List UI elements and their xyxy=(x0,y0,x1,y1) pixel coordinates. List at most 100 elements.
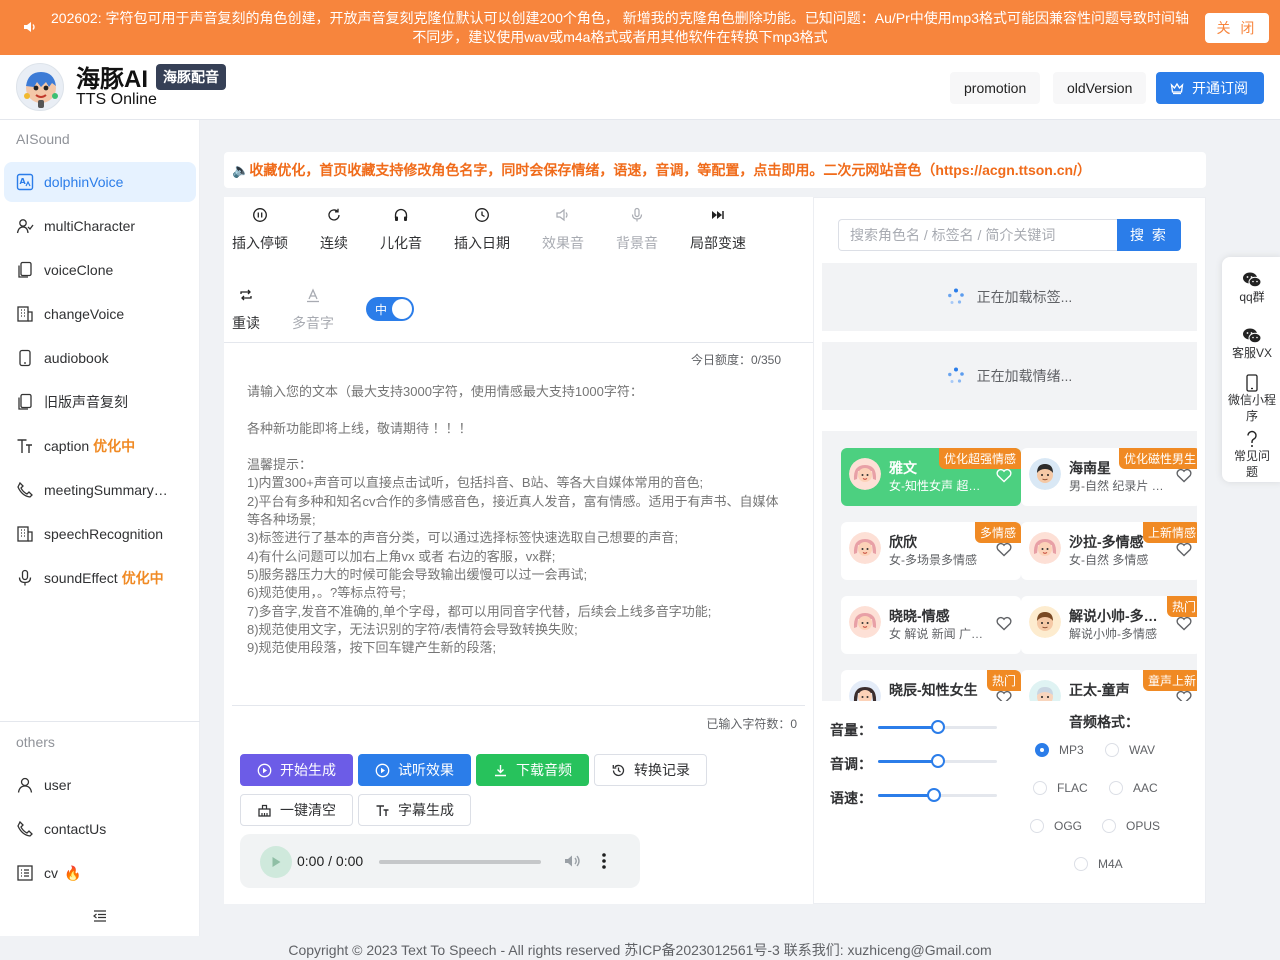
play-button[interactable] xyxy=(260,846,292,878)
clear-all-button[interactable]: 一键清空 xyxy=(240,794,353,826)
start-generate-button[interactable]: 开始生成 xyxy=(240,754,353,786)
subscribe-button[interactable]: 开通订阅 xyxy=(1156,72,1264,104)
format-radio-opus[interactable]: OPUS xyxy=(1102,819,1160,833)
format-radio-aac[interactable]: AAC xyxy=(1109,781,1158,795)
text-input[interactable] xyxy=(236,379,801,689)
child-avatar-icon xyxy=(1029,680,1061,701)
sidebar-item-user[interactable]: user xyxy=(4,765,196,805)
language-toggle[interactable]: 中 xyxy=(366,297,414,321)
sidebar-item-caption[interactable]: caption 优化中 xyxy=(4,426,196,466)
voice-card[interactable]: 正太-童声 童声上新 xyxy=(1021,670,1197,701)
customer-service-item[interactable]: 客服VX xyxy=(1222,327,1280,361)
heart-icon[interactable] xyxy=(1175,466,1193,484)
mic-icon xyxy=(16,569,34,587)
download-audio-button[interactable]: 下载音频 xyxy=(476,754,589,786)
voice-panel: 搜 索 正在加载标签... 正在加载情绪... 雅文 女-知性女声 超… 优化超… xyxy=(813,197,1206,904)
heart-icon[interactable] xyxy=(1175,614,1193,632)
toggle-label: 中 xyxy=(375,303,388,317)
voice-card[interactable]: 欣欣 女-多场景多情感 多情感 xyxy=(841,522,1021,580)
search-button[interactable]: 搜 索 xyxy=(1117,219,1181,251)
heart-icon[interactable] xyxy=(1175,688,1193,701)
effect-sound-tool[interactable]: 效果音 xyxy=(542,207,584,253)
fast-forward-icon xyxy=(710,207,726,223)
background-sound-tool[interactable]: 背景音 xyxy=(616,207,658,253)
voice-card[interactable]: 雅文 女-知性女声 超… 优化超强情感 xyxy=(841,448,1021,506)
sidebar-item-multicharacter[interactable]: multiCharacter xyxy=(4,206,196,246)
subscribe-label: 开通订阅 xyxy=(1192,80,1248,96)
heart-icon[interactable] xyxy=(995,466,1013,484)
old-version-button[interactable]: oldVersion xyxy=(1053,72,1147,104)
sidebar-item-speechrecognition[interactable]: speechRecognition xyxy=(4,514,196,554)
voice-card[interactable]: 沙拉-多情感 女-自然 多情感 上新情感 xyxy=(1021,522,1197,580)
copy-icon xyxy=(16,261,34,279)
volume-icon[interactable] xyxy=(563,852,581,870)
insert-pause-tool[interactable]: 插入停顿 xyxy=(232,207,288,253)
heart-icon[interactable] xyxy=(995,540,1013,558)
audio-progress[interactable] xyxy=(379,860,541,864)
subtitle-generate-button[interactable]: 字幕生成 xyxy=(358,794,471,826)
clock-icon xyxy=(474,207,490,223)
brand-name: 海豚AI xyxy=(76,66,148,93)
conversion-history-button[interactable]: 转换记录 xyxy=(594,754,707,786)
notice-text: 202602: 字符包可用于声音复刻的角色创建，开放声音复刻克隆位默认可以创建2… xyxy=(51,10,1189,45)
more-options-icon[interactable] xyxy=(596,851,612,871)
sidebar-item-label: 旧版声音复刻 xyxy=(44,394,128,410)
heart-icon[interactable] xyxy=(995,614,1013,632)
sidebar-item-audiobook[interactable]: audiobook xyxy=(4,338,196,378)
audio-format-title: 音频格式： xyxy=(1069,714,1139,730)
format-radio-wav[interactable]: WAV xyxy=(1105,743,1155,757)
mic-icon xyxy=(629,207,645,223)
sidebar-item-cv[interactable]: cv 🔥 xyxy=(4,853,196,893)
toolbar-divider xyxy=(224,342,813,343)
polyphone-tool[interactable]: 多音字 xyxy=(292,287,334,333)
erhua-tool[interactable]: 儿化音 xyxy=(380,207,422,253)
logo xyxy=(16,63,64,111)
pitch-slider[interactable] xyxy=(878,754,997,768)
sidebar-item-dolphinvoice[interactable]: A dolphinVoice xyxy=(4,162,196,202)
voice-card[interactable]: 晓辰-知性女生 热门 xyxy=(841,670,1021,701)
voice-card[interactable]: 海南星 男-自然 纪录片 … 优化磁性男生 xyxy=(1021,448,1197,506)
toggle-knob xyxy=(392,299,412,319)
female-avatar-icon xyxy=(849,680,881,701)
preview-button[interactable]: 试听效果 xyxy=(358,754,471,786)
status-badge: 优化中 xyxy=(121,570,164,586)
sidebar-item-meetingsummary[interactable]: meetingSummary… xyxy=(4,470,196,510)
close-notice-button[interactable]: 关 闭 xyxy=(1205,13,1269,43)
tts-icon: A xyxy=(16,173,34,191)
sidebar-item-old-voiceclone[interactable]: 旧版声音复刻 xyxy=(4,382,196,422)
mini-program-item[interactable]: 微信小程序 xyxy=(1222,374,1280,424)
floating-contact-bar: qq群 客服VX 微信小程序 常见问题 xyxy=(1222,257,1280,482)
sidebar-item-soundeffect[interactable]: soundEffect 优化中 xyxy=(4,558,196,598)
speed-slider[interactable] xyxy=(878,788,997,802)
continuous-tool[interactable]: 连续 xyxy=(320,207,348,253)
pause-icon xyxy=(252,207,268,223)
heart-icon[interactable] xyxy=(995,688,1013,701)
voice-card[interactable]: 解说小帅-多… 解说小帅-多情感 热门 xyxy=(1021,596,1197,654)
reread-tool[interactable]: 重读 xyxy=(232,287,260,333)
heart-icon[interactable] xyxy=(1175,540,1193,558)
insert-date-tool[interactable]: 插入日期 xyxy=(454,207,510,253)
male-avatar-icon xyxy=(1029,458,1061,490)
sidebar-item-changevoice[interactable]: changeVoice xyxy=(4,294,196,334)
promotion-button[interactable]: promotion xyxy=(950,72,1041,104)
search-input[interactable] xyxy=(838,219,1118,251)
volume-slider[interactable] xyxy=(878,720,997,734)
sidebar-item-voiceclone[interactable]: voiceClone xyxy=(4,250,196,290)
format-radio-flac[interactable]: FLAC xyxy=(1033,781,1088,795)
phone-icon xyxy=(16,349,34,367)
collapse-sidebar-icon[interactable] xyxy=(92,908,108,924)
format-radio-m4a[interactable]: M4A xyxy=(1074,857,1123,871)
format-radio-ogg[interactable]: OGG xyxy=(1030,819,1082,833)
sidebar-item-label: user xyxy=(44,777,72,793)
sidebar-item-contactus[interactable]: contactUs xyxy=(4,809,196,849)
faq-item[interactable]: 常见问题 xyxy=(1222,430,1280,480)
loading-icon xyxy=(947,367,965,385)
format-radio-mp3[interactable]: MP3 xyxy=(1035,743,1084,757)
wechat-icon xyxy=(1242,271,1262,289)
voice-card[interactable]: 晓晓-情感 女 解说 新闻 广… xyxy=(841,596,1021,654)
sidebar-item-label: speechRecognition xyxy=(44,526,164,542)
female-avatar-icon xyxy=(1029,532,1061,564)
partial-speed-tool[interactable]: 局部变速 xyxy=(690,207,746,253)
sidebar-item-label: dolphinVoice xyxy=(44,174,124,190)
qq-group-item[interactable]: qq群 xyxy=(1222,271,1280,305)
